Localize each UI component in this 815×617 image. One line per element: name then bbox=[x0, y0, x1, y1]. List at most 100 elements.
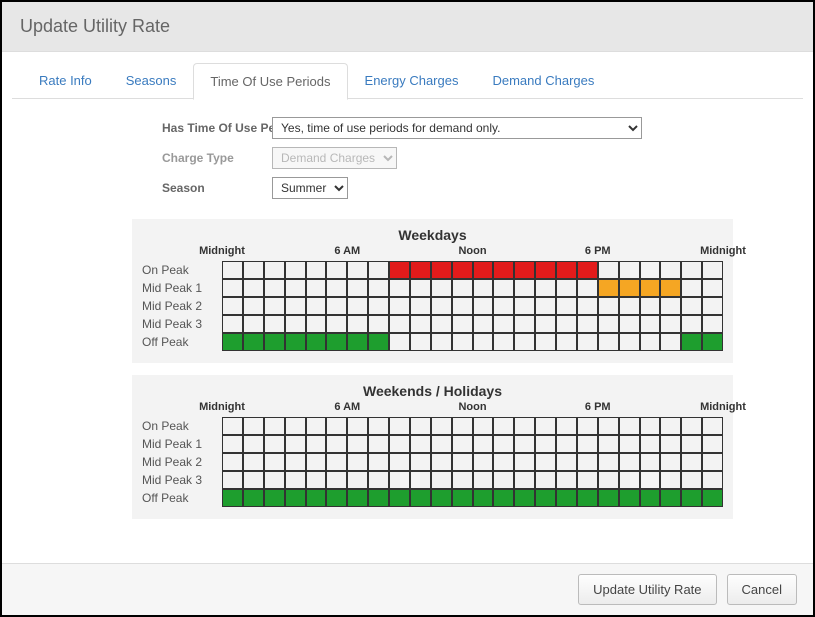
tou-cell[interactable] bbox=[640, 417, 661, 435]
tou-cell[interactable] bbox=[368, 297, 389, 315]
tou-cell[interactable] bbox=[619, 453, 640, 471]
tou-cell[interactable] bbox=[306, 417, 327, 435]
tou-cell[interactable] bbox=[473, 297, 494, 315]
tou-cell[interactable] bbox=[326, 471, 347, 489]
tou-cell[interactable] bbox=[285, 333, 306, 351]
tou-cell[interactable] bbox=[556, 471, 577, 489]
tou-cell[interactable] bbox=[222, 315, 243, 333]
tou-cell[interactable] bbox=[681, 279, 702, 297]
tou-cell[interactable] bbox=[619, 315, 640, 333]
tou-cell[interactable] bbox=[577, 297, 598, 315]
tou-cell[interactable] bbox=[306, 333, 327, 351]
tou-cell[interactable] bbox=[326, 417, 347, 435]
tou-cell[interactable] bbox=[326, 435, 347, 453]
tou-cell[interactable] bbox=[326, 297, 347, 315]
tou-cell[interactable] bbox=[681, 435, 702, 453]
tou-cell[interactable] bbox=[243, 297, 264, 315]
tou-cell[interactable] bbox=[347, 261, 368, 279]
tou-cell[interactable] bbox=[243, 417, 264, 435]
tou-cell[interactable] bbox=[473, 279, 494, 297]
tou-cell[interactable] bbox=[389, 453, 410, 471]
tou-cell[interactable] bbox=[326, 333, 347, 351]
tou-cell[interactable] bbox=[556, 453, 577, 471]
tou-cell[interactable] bbox=[702, 471, 723, 489]
tou-cell[interactable] bbox=[410, 279, 431, 297]
tou-cell[interactable] bbox=[681, 453, 702, 471]
tou-cell[interactable] bbox=[619, 471, 640, 489]
tou-cell[interactable] bbox=[347, 435, 368, 453]
tou-cell[interactable] bbox=[431, 453, 452, 471]
tou-cell[interactable] bbox=[681, 471, 702, 489]
tou-cell[interactable] bbox=[556, 417, 577, 435]
tou-cell[interactable] bbox=[660, 417, 681, 435]
tou-cell[interactable] bbox=[431, 489, 452, 507]
tou-cell[interactable] bbox=[222, 489, 243, 507]
tou-cell[interactable] bbox=[556, 297, 577, 315]
tou-cell[interactable] bbox=[431, 261, 452, 279]
tou-cell[interactable] bbox=[326, 453, 347, 471]
tou-cell[interactable] bbox=[493, 489, 514, 507]
tou-cell[interactable] bbox=[702, 279, 723, 297]
tou-cell[interactable] bbox=[702, 417, 723, 435]
tab-seasons[interactable]: Seasons bbox=[109, 62, 194, 99]
tou-cell[interactable] bbox=[285, 471, 306, 489]
tou-cell[interactable] bbox=[598, 471, 619, 489]
tou-cell[interactable] bbox=[660, 315, 681, 333]
tou-cell[interactable] bbox=[514, 279, 535, 297]
tou-cell[interactable] bbox=[368, 471, 389, 489]
tou-cell[interactable] bbox=[556, 279, 577, 297]
tou-cell[interactable] bbox=[702, 453, 723, 471]
tou-cell[interactable] bbox=[285, 261, 306, 279]
tou-cell[interactable] bbox=[640, 471, 661, 489]
tou-cell[interactable] bbox=[681, 315, 702, 333]
tou-cell[interactable] bbox=[702, 315, 723, 333]
select-season[interactable]: Summer bbox=[272, 177, 348, 199]
tou-cell[interactable] bbox=[640, 489, 661, 507]
tou-cell[interactable] bbox=[660, 489, 681, 507]
tou-cell[interactable] bbox=[619, 333, 640, 351]
tou-cell[interactable] bbox=[326, 489, 347, 507]
tou-cell[interactable] bbox=[702, 489, 723, 507]
tou-cell[interactable] bbox=[493, 315, 514, 333]
tou-cell[interactable] bbox=[368, 315, 389, 333]
tou-cell[interactable] bbox=[640, 279, 661, 297]
tou-cell[interactable] bbox=[619, 279, 640, 297]
tou-cell[interactable] bbox=[681, 417, 702, 435]
tou-cell[interactable] bbox=[452, 261, 473, 279]
tou-cell[interactable] bbox=[452, 297, 473, 315]
tou-cell[interactable] bbox=[410, 261, 431, 279]
tou-cell[interactable] bbox=[452, 333, 473, 351]
tou-cell[interactable] bbox=[264, 315, 285, 333]
tou-cell[interactable] bbox=[264, 471, 285, 489]
tou-cell[interactable] bbox=[222, 279, 243, 297]
tou-cell[interactable] bbox=[410, 417, 431, 435]
tou-cell[interactable] bbox=[452, 471, 473, 489]
tou-cell[interactable] bbox=[243, 453, 264, 471]
tou-cell[interactable] bbox=[326, 315, 347, 333]
update-button[interactable]: Update Utility Rate bbox=[578, 574, 716, 605]
tou-cell[interactable] bbox=[306, 261, 327, 279]
tou-cell[interactable] bbox=[285, 435, 306, 453]
tou-cell[interactable] bbox=[640, 333, 661, 351]
tou-cell[interactable] bbox=[347, 417, 368, 435]
tou-cell[interactable] bbox=[347, 489, 368, 507]
tou-cell[interactable] bbox=[389, 297, 410, 315]
tou-cell[interactable] bbox=[702, 261, 723, 279]
tou-cell[interactable] bbox=[556, 333, 577, 351]
tou-cell[interactable] bbox=[535, 417, 556, 435]
tou-cell[interactable] bbox=[640, 315, 661, 333]
weekends-grid[interactable] bbox=[222, 417, 723, 507]
tou-cell[interactable] bbox=[306, 315, 327, 333]
tou-cell[interactable] bbox=[431, 435, 452, 453]
tou-cell[interactable] bbox=[514, 333, 535, 351]
tou-cell[interactable] bbox=[577, 435, 598, 453]
tou-cell[interactable] bbox=[347, 471, 368, 489]
tou-cell[interactable] bbox=[493, 417, 514, 435]
tou-cell[interactable] bbox=[389, 417, 410, 435]
tou-cell[interactable] bbox=[368, 417, 389, 435]
tou-cell[interactable] bbox=[681, 261, 702, 279]
tou-cell[interactable] bbox=[222, 435, 243, 453]
tou-cell[interactable] bbox=[598, 435, 619, 453]
tou-cell[interactable] bbox=[264, 417, 285, 435]
tou-cell[interactable] bbox=[264, 453, 285, 471]
